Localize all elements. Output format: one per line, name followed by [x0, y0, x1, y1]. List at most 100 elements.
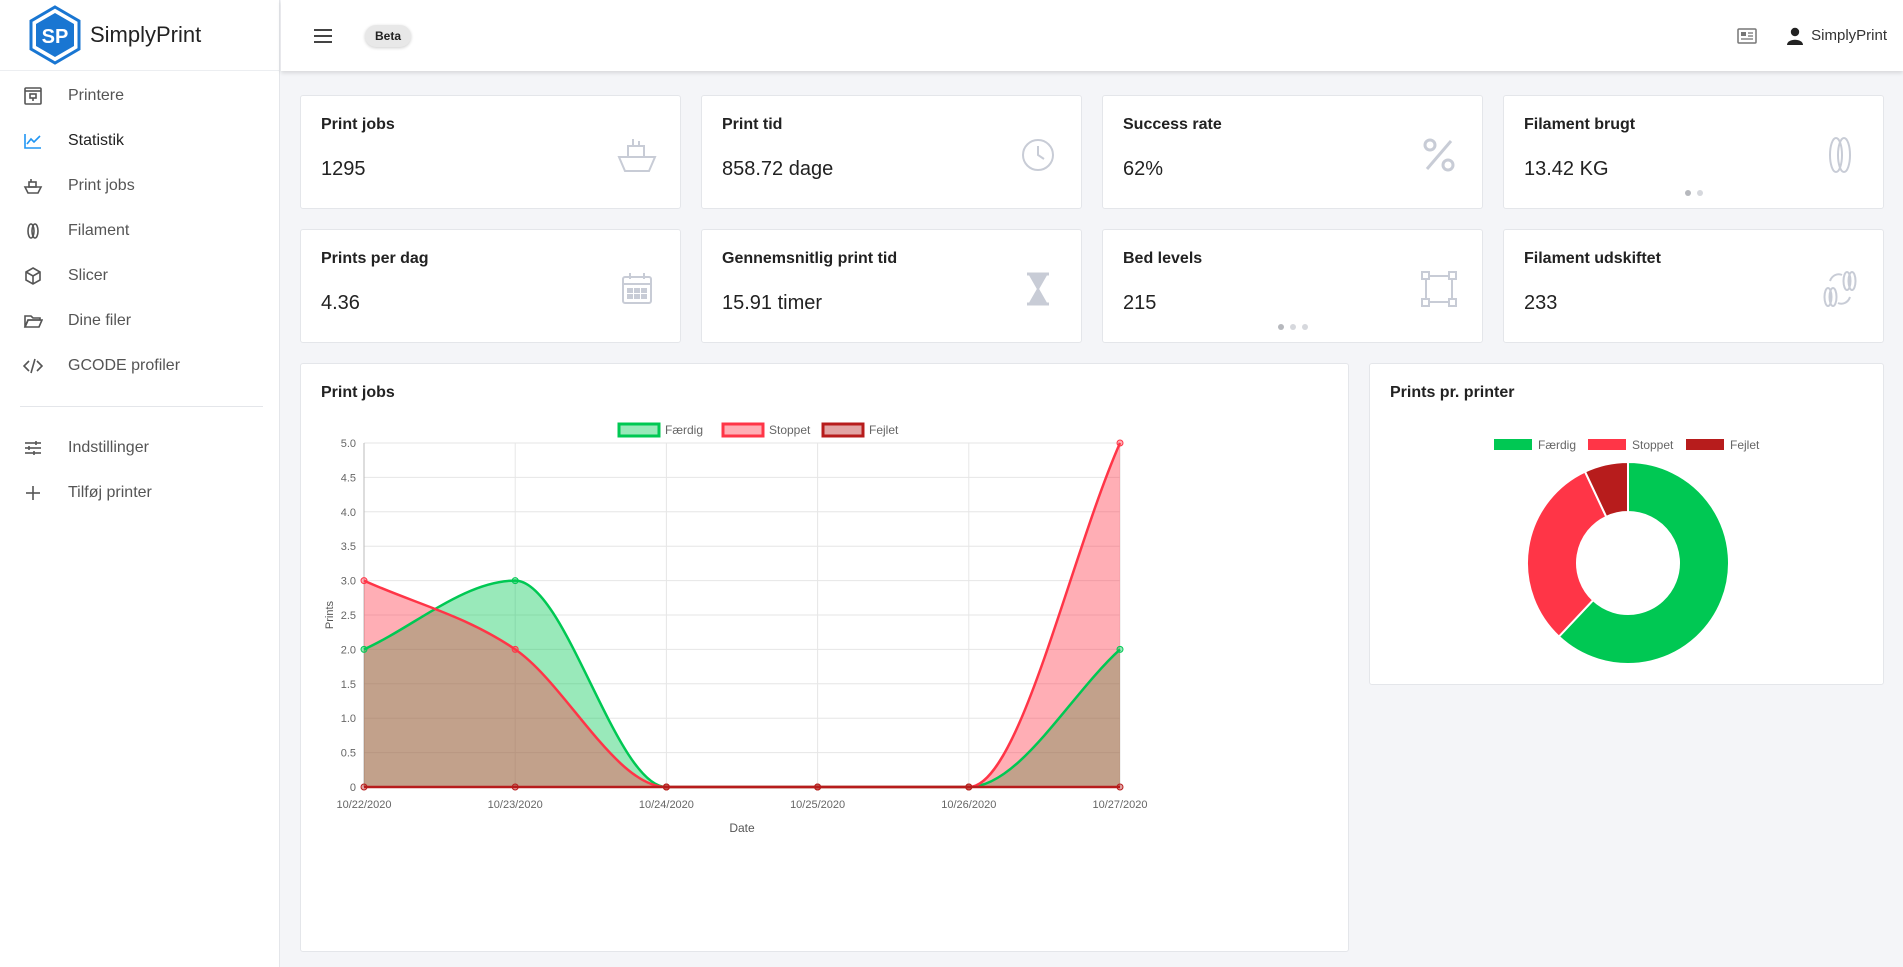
carousel-dot[interactable]	[1277, 324, 1284, 330]
prints-per-printer-panel: Prints pr. printer Færdig Stoppet Fejlet	[1369, 363, 1884, 685]
sidebar-item-statistik[interactable]: Statistik	[0, 118, 279, 163]
bed-level-icon	[1416, 266, 1462, 312]
data-point	[511, 577, 519, 585]
sidebar-item-label: Filament	[68, 221, 130, 239]
stat-card-bed-levels: Bed levels 215	[1102, 229, 1483, 343]
data-point	[511, 783, 519, 791]
legend-label: Færdig	[665, 423, 703, 437]
sidebar-item-printere[interactable]: Printere	[0, 73, 279, 118]
x-tick-label: 10/25/2020	[790, 799, 845, 811]
legend-swatch	[1494, 439, 1532, 450]
sidebar-item-tilfoej-printer[interactable]: Tilføj printer	[0, 470, 279, 515]
calendar-icon	[614, 266, 660, 312]
sliders-icon	[22, 437, 44, 459]
logo-text: SP	[42, 26, 69, 48]
data-point	[965, 783, 973, 791]
sidebar-item-print-jobs[interactable]: Print jobs	[0, 163, 279, 208]
carousel-dot[interactable]	[1696, 190, 1703, 196]
x-tick-label: 10/22/2020	[336, 799, 391, 811]
sidebar-item-label: Printere	[68, 86, 125, 104]
data-point	[360, 645, 368, 653]
stat-title: Print tid	[722, 116, 783, 133]
sidebar-item-filament[interactable]: Filament	[0, 208, 279, 253]
stat-title: Filament udskiftet	[1524, 250, 1661, 267]
sidebar-item-label: Slicer	[68, 266, 109, 284]
stat-value: 233	[1524, 292, 1558, 314]
print-jobs-chart-panel: Print jobs 0 0.5 1.0 1.5 2.0 2.5 3.0 3.5 4.0 4.5 5…	[300, 363, 1349, 952]
carousel-dot[interactable]	[1301, 324, 1308, 330]
filament-icon	[22, 220, 44, 242]
data-point	[360, 783, 368, 791]
sidebar-item-label: Statistik	[68, 131, 125, 149]
data-point	[1116, 645, 1124, 653]
stat-value: 62%	[1123, 158, 1164, 180]
stat-title: Print jobs	[321, 116, 395, 133]
plus-icon	[22, 482, 44, 504]
brand[interactable]: SP SimplyPrint	[0, 0, 279, 71]
carousel-dot[interactable]	[1289, 324, 1296, 330]
stat-card-print-tid: Print tid 858.72 dage	[701, 95, 1082, 209]
sidebar-item-slicer[interactable]: Slicer	[0, 253, 279, 298]
sidebar-item-indstillinger[interactable]: Indstillinger	[0, 425, 279, 470]
sidebar-item-gcode-profiler[interactable]: GCODE profiler	[0, 343, 279, 388]
topbar-right: SimplyPrint	[1735, 24, 1887, 48]
sidebar-nav-bottom: Indstillinger Tilføj printer	[0, 425, 279, 515]
sidebar-item-label: Tilføj printer	[68, 483, 152, 501]
sidebar-divider	[20, 406, 263, 407]
sidebar-item-label: Dine filer	[68, 311, 132, 329]
user-icon	[1787, 27, 1804, 45]
sidebar-item-label: Print jobs	[68, 176, 135, 194]
x-tick-label: 10/27/2020	[1092, 799, 1147, 811]
stat-card-prints-per-dag: Prints per dag 4.36	[300, 229, 681, 343]
folder-open-icon	[22, 310, 44, 332]
sidebar-item-label: Indstillinger	[68, 438, 149, 456]
carousel-dot[interactable]	[1684, 190, 1691, 196]
stat-card-gennemsnitlig-print-tid: Gennemsnitlig print tid 15.91 timer	[701, 229, 1082, 343]
y-tick-label: 0.5	[341, 748, 356, 760]
menu-toggle-button[interactable]	[311, 24, 335, 48]
legend-label: Stoppet	[1632, 438, 1674, 452]
carousel-dots	[1277, 324, 1308, 330]
sidebar: SP SimplyPrint Printere Statistik Print …	[0, 0, 280, 967]
cube-icon	[22, 265, 44, 287]
topbar: Beta SimplyPrint	[281, 0, 1903, 71]
boat-icon	[614, 132, 660, 178]
stat-card-success-rate: Success rate 62%	[1102, 95, 1483, 209]
stat-value: 13.42 KG	[1524, 158, 1609, 180]
x-axis-label: Date	[729, 821, 755, 835]
y-axis-label: Prints	[324, 600, 336, 629]
y-tick-label: 0	[350, 782, 356, 794]
legend-swatch	[1686, 439, 1724, 450]
news-button[interactable]	[1735, 24, 1759, 48]
prints-per-printer-chart: Færdig Stoppet Fejlet	[1494, 438, 1760, 665]
data-point	[814, 783, 822, 791]
y-tick-label: 3.0	[341, 576, 356, 588]
chart-line-icon	[22, 130, 44, 152]
legend-label: Stoppet	[769, 423, 811, 437]
stat-title: Filament brugt	[1524, 116, 1636, 133]
print-jobs-chart: 0 0.5 1.0 1.5 2.0 2.5 3.0 3.5 4.0 4.5 5.0 10/22/202…	[324, 422, 1148, 835]
data-point	[1116, 783, 1124, 791]
y-tick-label: 3.5	[341, 541, 356, 553]
stat-value: 4.36	[321, 292, 360, 314]
y-tick-label: 4.0	[341, 507, 356, 519]
stat-title: Bed levels	[1123, 250, 1203, 267]
y-tick-label: 2.0	[341, 644, 356, 656]
simplyprint-logo-icon: SP	[29, 5, 81, 65]
stat-value: 215	[1123, 292, 1157, 314]
legend-swatch	[721, 422, 765, 438]
stat-title: Prints per dag	[321, 250, 429, 267]
legend-label: Fejlet	[869, 423, 899, 437]
user-menu[interactable]: SimplyPrint	[1787, 27, 1887, 45]
legend-swatch	[821, 422, 865, 438]
hamburger-icon	[314, 28, 332, 43]
sidebar-item-dine-filer[interactable]: Dine filer	[0, 298, 279, 343]
data-point	[360, 577, 368, 585]
filament-swap-icon	[1817, 266, 1863, 312]
sidebar-nav: Printere Statistik Print jobs Filament S…	[0, 73, 279, 388]
y-tick-label: 4.5	[341, 472, 356, 484]
user-name: SimplyPrint	[1811, 27, 1887, 44]
y-tick-label: 1.0	[341, 713, 356, 725]
data-point	[662, 783, 670, 791]
carousel-dots	[1684, 190, 1703, 196]
